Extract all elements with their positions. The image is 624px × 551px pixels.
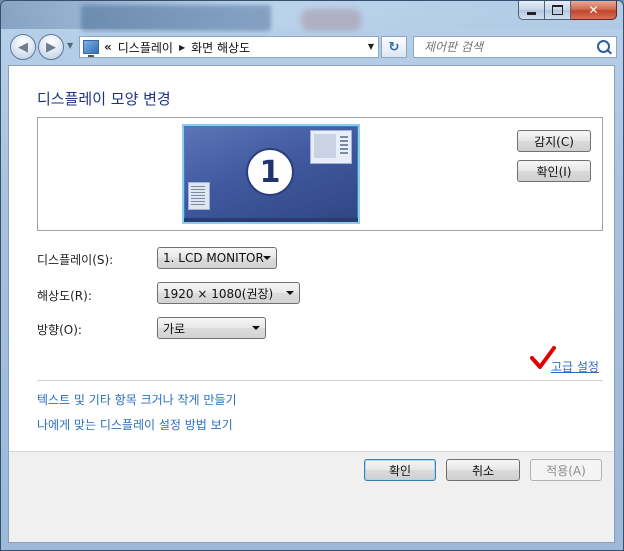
button-footer	[9, 451, 614, 542]
control-panel-icon	[83, 40, 99, 57]
caption-buttons: ✕	[518, 1, 617, 20]
resolution-select[interactable]: 1920 × 1080(권장)	[157, 282, 300, 304]
divider	[37, 380, 603, 381]
display-select-value: 1. LCD MONITOR	[163, 251, 264, 265]
back-button[interactable]: ◀	[10, 34, 36, 60]
forward-button[interactable]: ▶	[38, 34, 64, 60]
ok-button[interactable]: 확인	[364, 459, 436, 481]
breadcrumb-display[interactable]: 디스플레이	[118, 39, 173, 56]
breadcrumb-separator-icon[interactable]: ▶	[179, 43, 185, 52]
background-blur	[81, 5, 271, 31]
search-input[interactable]	[422, 39, 596, 55]
orientation-select-value: 가로	[163, 321, 186, 336]
background-blur-2	[301, 9, 361, 31]
chevron-down-icon	[286, 291, 294, 295]
document-thumbnail-icon	[188, 182, 210, 210]
monitor-thumbnail[interactable]: 1	[182, 124, 360, 224]
title-bar: ✕	[1, 1, 623, 31]
minimize-icon	[527, 11, 536, 15]
apply-button[interactable]: 적용(A)	[530, 459, 602, 481]
back-arrow-icon: ◀	[18, 39, 28, 55]
maximize-button[interactable]	[545, 1, 571, 20]
text-size-link[interactable]: 텍스트 및 기타 항목 크거나 작게 만들기	[37, 391, 237, 408]
identify-button[interactable]: 확인(I)	[517, 160, 591, 182]
display-select[interactable]: 1. LCD MONITOR	[157, 247, 277, 269]
search-icon[interactable]	[597, 40, 610, 53]
orientation-label: 방향(O):	[37, 323, 82, 337]
orientation-select[interactable]: 가로	[157, 317, 266, 339]
chevron-down-icon	[263, 256, 271, 260]
address-bar[interactable]: « 디스플레이 ▶ 화면 해상도 ▼	[79, 36, 379, 58]
address-dropdown-icon[interactable]: ▼	[368, 42, 374, 51]
recent-pages-chevron-icon[interactable]: ▼	[67, 41, 73, 50]
advanced-settings-link[interactable]: 고급 설정	[551, 358, 599, 375]
page-title: 디스플레이 모양 변경	[37, 90, 171, 108]
resolution-select-value: 1920 × 1080(권장)	[163, 286, 274, 301]
search-box[interactable]	[413, 36, 617, 58]
taskbar-thumbnail	[184, 218, 358, 222]
breadcrumb-overflow[interactable]: «	[104, 40, 112, 54]
close-button[interactable]: ✕	[571, 1, 617, 20]
window-thumbnail-icon	[310, 130, 352, 164]
display-label: 디스플레이(S):	[37, 253, 114, 267]
minimize-button[interactable]	[518, 1, 545, 20]
monitor-number: 1	[246, 148, 294, 196]
chevron-down-icon	[252, 326, 260, 330]
cancel-button[interactable]: 취소	[446, 459, 520, 481]
control-panel-window: ✕ ◀ ▶ ▼ « 디스플레이 ▶ 화면 해상도 ▼ ↻ 디스플레이 모양 변경…	[0, 0, 624, 551]
forward-arrow-icon: ▶	[46, 39, 56, 55]
monitor-preview-area: 1 감지(C) 확인(I)	[37, 117, 603, 231]
breadcrumb-resolution[interactable]: 화면 해상도	[191, 39, 250, 56]
resolution-label: 해상도(R):	[37, 289, 92, 303]
refresh-button[interactable]: ↻	[381, 36, 407, 58]
content-panel: 디스플레이 모양 변경 1 감지(C) 확인(I) 디스플레이(S): 1. L…	[8, 65, 615, 543]
refresh-icon: ↻	[388, 39, 400, 55]
display-help-link[interactable]: 나에게 맞는 디스플레이 설정 방법 보기	[37, 416, 233, 433]
detect-button[interactable]: 감지(C)	[517, 130, 591, 152]
close-icon: ✕	[588, 3, 599, 17]
maximize-icon	[552, 5, 563, 15]
navigation-bar: ◀ ▶ ▼ « 디스플레이 ▶ 화면 해상도 ▼ ↻	[1, 33, 623, 61]
